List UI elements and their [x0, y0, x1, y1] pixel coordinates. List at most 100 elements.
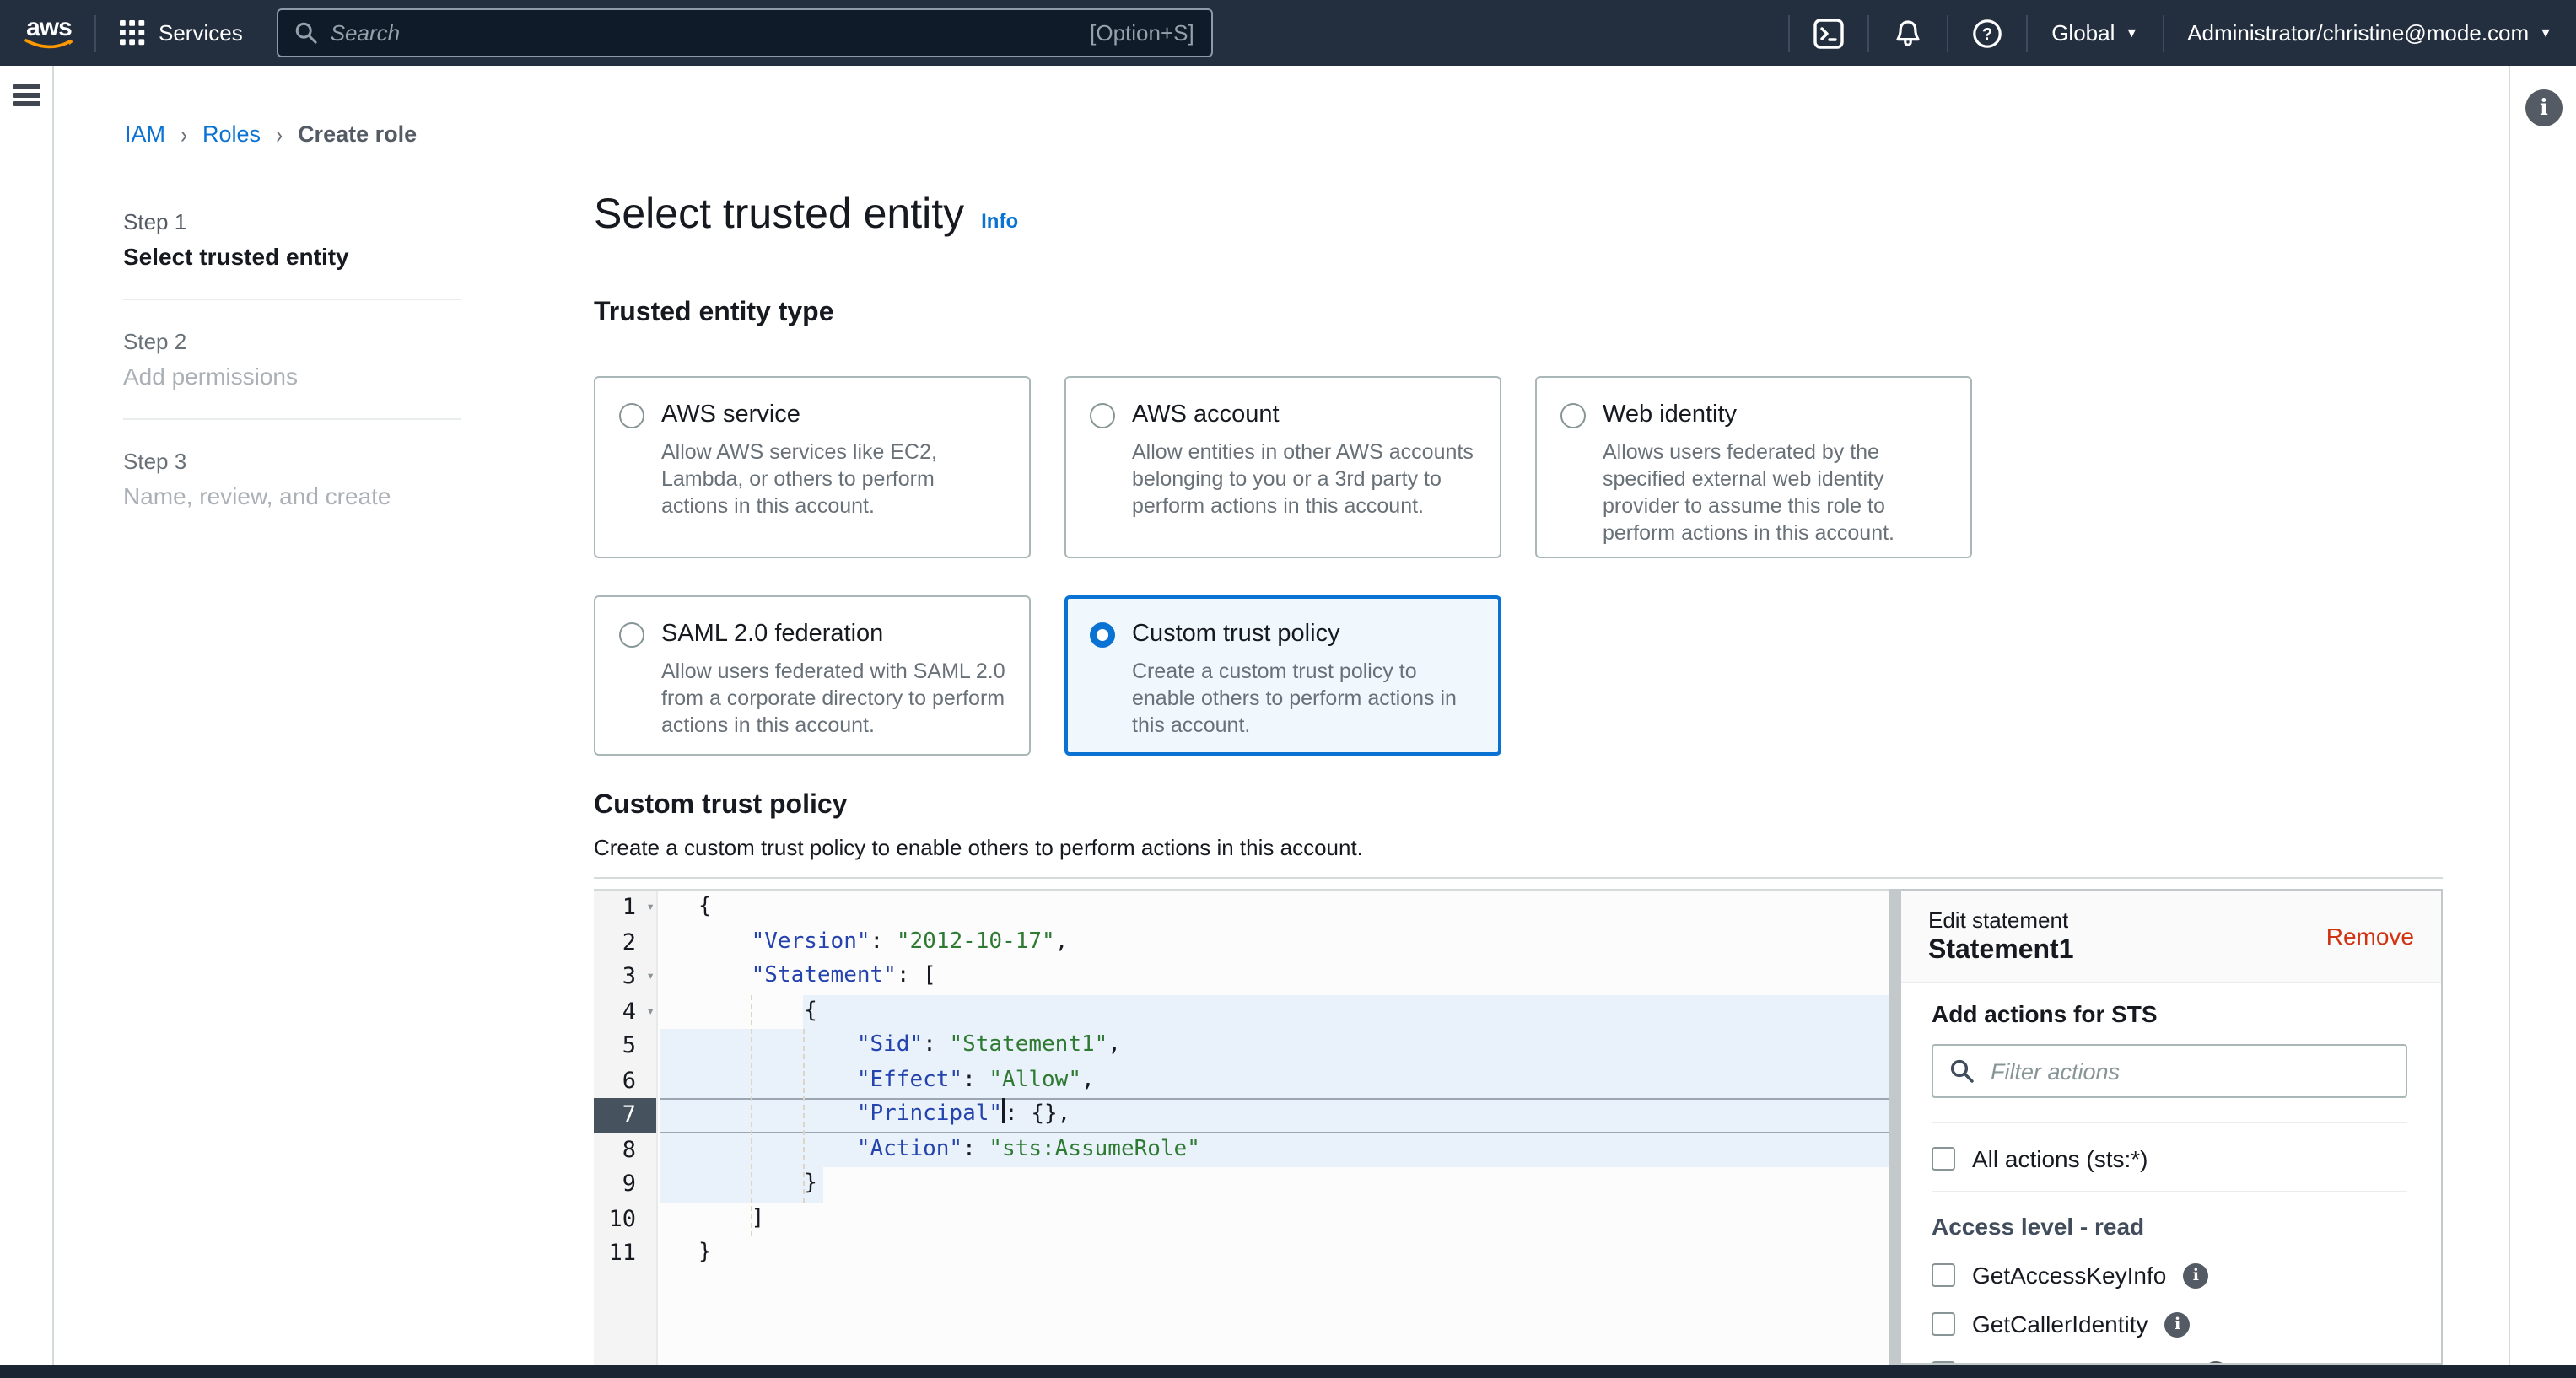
card-title-row: SAML 2.0 federation — [619, 621, 1005, 648]
entity-card-aws-account[interactable]: AWS account Allow entities in other AWS a… — [1064, 376, 1501, 558]
edit-statement-panel: Edit statement Statement1 Remove Add act… — [1900, 889, 2443, 1365]
radio-selected-icon[interactable] — [1090, 622, 1115, 647]
page-title-row: Select trusted entity Info — [594, 191, 1018, 240]
account-label: Administrator/christine@mode.com — [2187, 20, 2529, 46]
code-line-10: ] — [660, 1202, 1889, 1236]
notifications-button[interactable] — [1869, 0, 1947, 66]
breadcrumb-iam[interactable]: IAM — [125, 121, 165, 147]
chevron-down-icon: ▼ — [2125, 25, 2138, 40]
code-line-9: } — [660, 1167, 1889, 1202]
line-number: 9 — [594, 1167, 656, 1202]
step-name: Name, review, and create — [123, 482, 461, 509]
code-fold-arrow-icon[interactable]: ▾ — [646, 891, 655, 925]
code-fold-arrow-icon[interactable]: ▾ — [646, 960, 655, 994]
add-actions-heading: Add actions for STS — [1932, 1000, 2407, 1027]
action-checkbox-getaccesskeyinfo[interactable] — [1932, 1263, 1955, 1287]
code-line-11: } — [660, 1236, 1889, 1271]
services-grid-icon — [120, 20, 145, 46]
help-button[interactable]: ? — [1948, 0, 2026, 66]
card-description: Create a custom trust policy to enable o… — [1132, 658, 1476, 739]
svg-text:?: ? — [1982, 24, 1992, 43]
access-level-read-heading: Access level - read — [1932, 1213, 2407, 1240]
all-actions-checkbox[interactable] — [1932, 1147, 1955, 1171]
bell-icon — [1893, 18, 1923, 48]
main-content: IAM › Roles › Create role Step 1Select t… — [54, 66, 2509, 1365]
code-text: ] — [660, 1205, 764, 1230]
panel-divider — [1932, 1191, 2407, 1192]
entity-card-custom-trust-policy[interactable]: Custom trust policyCreate a custom trust… — [1064, 595, 1501, 756]
code-text: } — [660, 1240, 712, 1265]
policy-editor-region: 1▾23▾4▾567891011 { "Version": "2012-10-1… — [594, 889, 2443, 1365]
wizard-steps-sidebar: Step 1Select trusted entity Step 2Add per… — [123, 209, 461, 567]
account-menu[interactable]: Administrator/christine@mode.com ▼ — [2164, 0, 2576, 66]
code-line-8: "Action": "sts:AssumeRole" — [660, 1133, 1889, 1167]
edit-statement-label: Edit statement — [1928, 907, 2074, 932]
entity-card-aws-service[interactable]: AWS serviceAllow AWS services like EC2, … — [594, 376, 1031, 558]
json-punctuation: : [ — [897, 963, 936, 988]
wizard-step-add-permissions[interactable]: Step 2Add permissions — [123, 329, 461, 420]
json-punctuation: , — [1107, 1032, 1121, 1058]
services-menu-button[interactable]: Services — [96, 20, 267, 46]
card-title-row: AWS account — [1090, 401, 1476, 428]
search-input[interactable]: Search [Option+S] — [277, 8, 1213, 57]
code-text: "Action": "sts:AssumeRole" — [660, 1136, 1200, 1161]
aws-logo-smile — [24, 38, 74, 50]
code-text: { — [660, 894, 712, 919]
code-text: { — [660, 998, 817, 1023]
line-number: 11 — [594, 1236, 656, 1271]
code-line-5: "Sid": "Statement1", — [660, 1029, 1889, 1063]
radio-unselected-icon[interactable] — [1090, 402, 1115, 428]
region-selector[interactable]: Global ▼ — [2028, 0, 2162, 66]
remove-statement-button[interactable]: Remove — [2326, 923, 2414, 950]
json-key: "Principal" — [857, 1101, 1002, 1127]
json-punctuation: { — [698, 894, 712, 919]
aws-logo[interactable]: aws — [24, 16, 74, 50]
edit-statement-header: Edit statement Statement1 Remove — [1901, 891, 2441, 983]
hamburger-menu-icon[interactable] — [13, 84, 40, 110]
info-icon[interactable]: i — [2183, 1262, 2208, 1288]
radio-unselected-icon[interactable] — [1560, 402, 1586, 428]
json-punctuation: , — [1055, 929, 1069, 954]
filter-actions-input[interactable] — [1987, 1057, 2389, 1085]
wizard-step-name-review-and-create[interactable]: Step 3 Name, review, and create — [123, 449, 461, 538]
edit-statement-titles: Edit statement Statement1 — [1928, 907, 2074, 966]
code-line-4: { — [660, 994, 1889, 1029]
json-punctuation: : — [923, 1032, 949, 1058]
all-actions-label: All actions (sts:*) — [1972, 1145, 2148, 1172]
json-punctuation: : — [962, 1067, 989, 1092]
wizard-step-select-trusted-entity[interactable]: Step 1Select trusted entity — [123, 209, 461, 300]
breadcrumb-chevron-icon: › — [276, 120, 283, 148]
aws-logo-text: aws — [26, 16, 72, 38]
card-title: AWS account — [1132, 401, 1280, 428]
action-checkbox-getcalleridentity[interactable] — [1932, 1312, 1955, 1336]
radio-unselected-icon[interactable] — [619, 402, 644, 428]
info-icon[interactable]: i — [2165, 1311, 2191, 1337]
search-icon — [295, 22, 317, 44]
breadcrumb-chevron-icon: › — [181, 120, 187, 148]
code-fold-arrow-icon[interactable]: ▾ — [646, 994, 655, 1029]
json-punctuation: : — [870, 929, 897, 954]
editor-panel-resize-handle[interactable] — [1889, 889, 1900, 1365]
radio-unselected-icon[interactable] — [619, 622, 644, 647]
page-title: Select trusted entity — [594, 191, 964, 240]
card-description: Allow entities in other AWS accounts bel… — [1132, 439, 1476, 519]
line-number: 2 — [594, 925, 656, 960]
info-panel-icon[interactable]: i — [2525, 89, 2563, 126]
console-footer-bar — [0, 1365, 2576, 1378]
card-title-row: Web identity — [1560, 401, 1947, 428]
region-label: Global — [2051, 20, 2115, 46]
cloudshell-button[interactable] — [1790, 0, 1867, 66]
breadcrumb-current: Create role — [298, 121, 417, 147]
step-number: Step 3 — [123, 449, 461, 474]
step-number: Step 1 — [123, 209, 461, 234]
entity-card-saml-2-0-federation[interactable]: SAML 2.0 federationAllow users federated… — [594, 595, 1031, 756]
breadcrumb-roles[interactable]: Roles — [202, 121, 261, 147]
json-punctuation — [698, 963, 752, 988]
json-policy-editor[interactable]: 1▾23▾4▾567891011 { "Version": "2012-10-1… — [594, 889, 1889, 1365]
entity-card-web-identity[interactable]: Web identityAllows users federated by th… — [1535, 376, 1972, 558]
line-number: 4▾ — [594, 994, 656, 1029]
code-text: "Statement": [ — [660, 963, 936, 988]
info-link[interactable]: Info — [981, 209, 1018, 233]
search-placeholder: Search — [331, 20, 1076, 46]
custom-trust-policy-heading: Custom trust policy — [594, 791, 847, 821]
